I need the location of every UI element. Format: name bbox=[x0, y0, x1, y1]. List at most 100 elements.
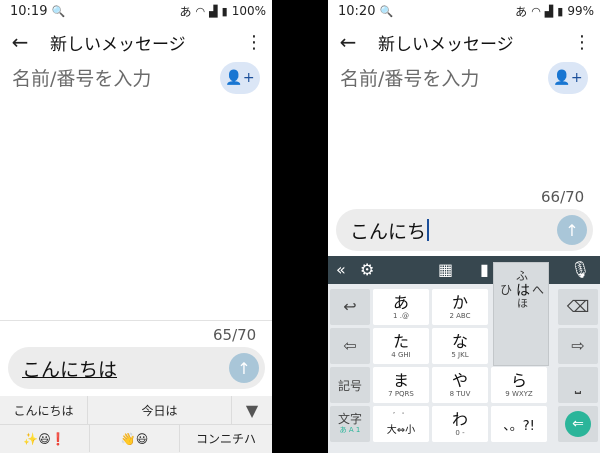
key-label: あ bbox=[392, 292, 409, 312]
cursor-left-key[interactable]: ⇦ bbox=[330, 328, 370, 364]
wifi-icon: ◠ bbox=[195, 4, 206, 18]
status-time: 10:19 bbox=[10, 3, 48, 19]
compose-text: こんにち bbox=[350, 220, 427, 243]
backspace-icon: ⌫ bbox=[566, 297, 590, 316]
key-sub: 9 WXYZ bbox=[505, 389, 533, 398]
key-label: な bbox=[451, 331, 468, 351]
page-title: 新しいメッセージ bbox=[50, 34, 186, 55]
suggestion-item[interactable]: こんにちは bbox=[0, 396, 88, 424]
input-mode-sub: あ A 1 bbox=[339, 426, 361, 434]
suggestion-item[interactable]: 👋😃 bbox=[90, 425, 180, 452]
back-arrow-icon[interactable]: ← bbox=[328, 30, 368, 54]
status-time: 10:20 bbox=[338, 3, 376, 19]
suggestion-item[interactable]: ✨😃❗ bbox=[0, 425, 90, 452]
arrow-up-icon: ↑ bbox=[565, 220, 579, 240]
page-title: 新しいメッセージ bbox=[378, 34, 514, 55]
key-sub: 8 TUV bbox=[449, 389, 471, 398]
input-mode-key-label: 文字 bbox=[337, 412, 362, 426]
key-label: 、。?! bbox=[503, 418, 535, 434]
kana-key-na[interactable]: な5 JKL bbox=[432, 328, 488, 364]
space-key[interactable]: ⎵ bbox=[558, 367, 598, 403]
symbol-key-label: 記号 bbox=[337, 378, 362, 393]
battery-level: 99% bbox=[567, 4, 594, 18]
kana-key-ya[interactable]: や8 TUV bbox=[432, 367, 488, 403]
key-sub: 7 PQRS bbox=[388, 389, 414, 398]
battery-level: 100% bbox=[231, 4, 266, 18]
kana-key-wa[interactable]: わ0 - bbox=[432, 406, 488, 442]
battery-icon: ▮ bbox=[557, 4, 564, 18]
key-label: や bbox=[451, 370, 468, 390]
suggestion-item[interactable]: 今日は bbox=[88, 396, 232, 424]
arrow-right-icon: ⇨ bbox=[571, 336, 585, 355]
dictionary-icon[interactable]: ▮ bbox=[480, 260, 489, 279]
search-icon: 🔍 bbox=[51, 4, 66, 18]
add-person-icon: 👤+ bbox=[225, 70, 255, 86]
key-sub: 1 .@ bbox=[393, 311, 409, 320]
key-sub: 0 - bbox=[455, 428, 465, 437]
cursor-right-key[interactable]: ⇨ bbox=[558, 328, 598, 364]
kana-key-ta[interactable]: た4 GHI bbox=[373, 328, 429, 364]
key-label: か bbox=[451, 292, 468, 312]
arrow-left-icon: ⇦ bbox=[343, 336, 357, 355]
keyboard-toolbar: « ⚙ ▦ ▮ 🎙 bbox=[328, 256, 600, 284]
key-sub: 5 JKL bbox=[451, 350, 469, 359]
signal-icon: ▟ bbox=[544, 4, 554, 18]
back-arrow-icon[interactable]: ← bbox=[0, 30, 40, 54]
arrow-up-icon: ↑ bbox=[237, 358, 251, 378]
symbol-key[interactable]: 記号 bbox=[330, 367, 370, 403]
char-counter: 65/70 bbox=[213, 326, 257, 344]
key-label: た bbox=[392, 331, 409, 351]
divider bbox=[0, 320, 272, 321]
add-contact-button[interactable]: 👤+ bbox=[220, 62, 260, 94]
search-icon: 🔍 bbox=[379, 4, 394, 18]
char-counter: 66/70 bbox=[541, 188, 585, 206]
more-options-icon[interactable]: ⋮ bbox=[236, 32, 272, 53]
phone-screen-left: 10:19 🔍 あ ◠ ▟ ▮ 100% ← 新しいメッセージ ⋮ 名前/番号を… bbox=[0, 0, 272, 453]
key-label: ま bbox=[392, 370, 409, 390]
status-bar: 10:19 🔍 あ ◠ ▟ ▮ 100% bbox=[0, 0, 272, 22]
send-button[interactable]: ↑ bbox=[557, 215, 587, 245]
key-label: ら bbox=[510, 370, 527, 390]
battery-icon: ▮ bbox=[221, 4, 228, 18]
flick-down: ほ bbox=[517, 297, 528, 310]
suggestion-row: こんにちは 今日は ▼ bbox=[0, 396, 272, 424]
collapse-toolbar-icon[interactable]: « bbox=[336, 260, 346, 279]
add-contact-button[interactable]: 👤+ bbox=[548, 62, 588, 94]
key-label: わ bbox=[451, 409, 468, 429]
expand-suggestions-icon[interactable]: ▼ bbox=[232, 396, 272, 424]
add-person-icon: 👤+ bbox=[553, 70, 583, 86]
wifi-icon: ◠ bbox=[531, 4, 541, 18]
microphone-icon[interactable]: 🎙 bbox=[570, 260, 590, 279]
app-bar: ← 新しいメッセージ ⋮ bbox=[328, 24, 600, 60]
send-button[interactable]: ↑ bbox=[229, 353, 259, 383]
undo-key[interactable]: ↩ bbox=[330, 289, 370, 325]
backspace-key[interactable]: ⌫ bbox=[558, 289, 598, 325]
punctuation-key[interactable]: 、。?! bbox=[491, 406, 547, 442]
message-compose-field[interactable]: こんにち ↑ bbox=[336, 209, 593, 251]
enter-key[interactable]: ⇐ bbox=[558, 406, 598, 442]
flick-guide-popup: ふ ひ は へ ほ bbox=[493, 262, 549, 366]
kana-key-a[interactable]: あ1 .@ bbox=[373, 289, 429, 325]
input-mode-indicator: あ bbox=[179, 4, 192, 19]
kana-key-ra[interactable]: ら9 WXYZ bbox=[491, 367, 547, 403]
app-bar: ← 新しいメッセージ ⋮ bbox=[0, 24, 272, 60]
suggestion-bar: こんにちは 今日は ▼ ✨😃❗ 👋😃 コンニチハ bbox=[0, 396, 272, 453]
recipient-input[interactable]: 名前/番号を入力 bbox=[12, 64, 151, 91]
input-mode-key[interactable]: 文字 あ A 1 bbox=[330, 406, 370, 442]
keyboard-switch-icon[interactable]: ▦ bbox=[438, 260, 453, 279]
dakuten-size-key[interactable]: ゛ ゜大⇔小 bbox=[373, 406, 429, 442]
more-options-icon[interactable]: ⋮ bbox=[564, 32, 600, 53]
key-sub: 2 ABC bbox=[449, 311, 471, 320]
suggestion-item[interactable]: コンニチハ bbox=[180, 425, 272, 452]
settings-gear-icon[interactable]: ⚙ bbox=[360, 260, 374, 279]
dakuten-label: ゛ ゜ bbox=[392, 412, 410, 420]
kana-key-ka[interactable]: か2 ABC bbox=[432, 289, 488, 325]
kana-key-ma[interactable]: ま7 PQRS bbox=[373, 367, 429, 403]
recipient-input[interactable]: 名前/番号を入力 bbox=[340, 64, 479, 91]
message-compose-field[interactable]: こんにちは ↑ bbox=[8, 347, 265, 389]
suggestion-row: ✨😃❗ 👋😃 コンニチハ bbox=[0, 424, 272, 452]
phone-screen-right: 10:20 🔍 あ ◠ ▟ ▮ 99% ← 新しいメッセージ ⋮ 名前/番号を入… bbox=[328, 0, 600, 453]
input-mode-indicator: あ bbox=[515, 4, 528, 19]
status-bar: 10:20 🔍 あ ◠ ▟ ▮ 99% bbox=[328, 0, 600, 22]
keyboard: « ⚙ ▦ ▮ 🎙 ↩ ⇦ 記号 文字 あ A 1 あ1 .@ か2 ABC た… bbox=[328, 256, 600, 453]
